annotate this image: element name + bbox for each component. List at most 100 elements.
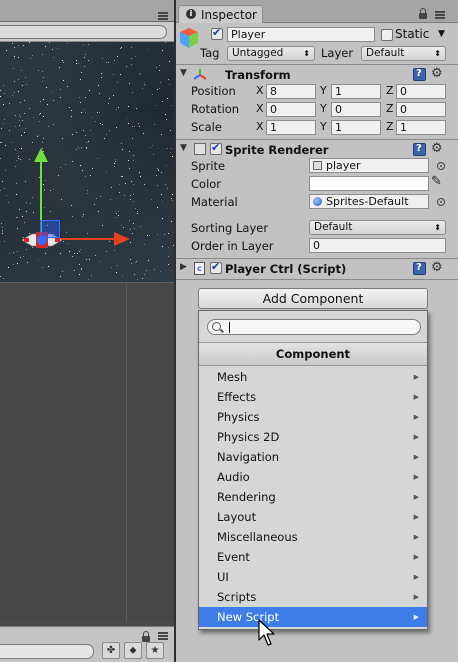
scale-y-field[interactable]: 1 — [331, 120, 381, 135]
star-dot — [89, 90, 90, 91]
color-swatch[interactable] — [309, 176, 429, 191]
star-dot — [79, 264, 80, 265]
position-x-field[interactable]: 8 — [266, 84, 316, 99]
star-dot — [117, 265, 118, 266]
star-dot — [82, 170, 83, 171]
rotation-y-field[interactable]: 0 — [331, 102, 381, 117]
layer-dropdown[interactable]: Default ⬍ — [361, 46, 446, 61]
object-picker-icon[interactable] — [437, 198, 445, 206]
menu-item-rendering[interactable]: Rendering ▶ — [199, 487, 427, 507]
script-component-header[interactable]: ▶ c Player Ctrl (Script) ⚙ — [176, 260, 458, 278]
gizmo-x-arrow-icon[interactable] — [114, 232, 130, 246]
static-dropdown-icon[interactable]: ▼ — [438, 29, 445, 39]
star-dot — [135, 208, 136, 209]
menu-item-audio[interactable]: Audio ▶ — [199, 467, 427, 487]
scale-label: Scale — [191, 120, 222, 134]
filter-type-icon[interactable]: ✤ — [102, 642, 120, 659]
favorite-star-icon[interactable]: ★ — [146, 642, 164, 659]
menu-item-physics-2d[interactable]: Physics 2D ▶ — [199, 427, 427, 447]
menu-item-mesh[interactable]: Mesh ▶ — [199, 367, 427, 387]
tag-dropdown[interactable]: Untagged ⬍ — [227, 46, 315, 61]
menu-item-effects[interactable]: Effects ▶ — [199, 387, 427, 407]
project-search-input[interactable] — [0, 644, 94, 659]
scene-menu-icon[interactable] — [158, 12, 168, 20]
position-z-field[interactable]: 0 — [396, 84, 446, 99]
star-dot — [168, 256, 169, 257]
rotation-z-field[interactable]: 0 — [396, 102, 446, 117]
inspector-menu-icon[interactable] — [435, 11, 445, 19]
star-dot — [44, 190, 45, 191]
scene-grid-area[interactable] — [0, 282, 174, 622]
dropdown-arrows-icon: ⬍ — [434, 223, 441, 232]
sprite-renderer-header[interactable]: ▼ Sprite Renderer ⚙ — [176, 141, 458, 159]
order-in-layer-label: Order in Layer — [191, 239, 274, 253]
static-checkbox[interactable] — [381, 29, 393, 41]
help-icon[interactable] — [413, 262, 426, 275]
component-search-input[interactable] — [207, 319, 421, 335]
gizmo-y-arrow-icon[interactable] — [34, 148, 48, 162]
foldout-arrow-icon[interactable]: ▼ — [180, 68, 187, 78]
help-icon[interactable] — [413, 143, 426, 156]
foldout-arrow-icon[interactable]: ▼ — [180, 143, 187, 153]
star-dot — [152, 145, 153, 146]
active-checkbox[interactable] — [211, 26, 223, 40]
star-dot — [2, 233, 3, 234]
menu-item-scripts[interactable]: Scripts ▶ — [199, 587, 427, 607]
star-dot — [76, 132, 77, 133]
star-dot — [22, 216, 23, 217]
star-dot — [116, 213, 117, 214]
order-in-layer-field[interactable]: 0 — [309, 238, 446, 253]
sorting-layer-dropdown[interactable]: Default ⬍ — [309, 220, 446, 235]
gear-icon[interactable]: ⚙ — [431, 261, 443, 274]
menu-item-event[interactable]: Event ▶ — [199, 547, 427, 567]
material-field[interactable]: Sprites-Default — [309, 194, 429, 209]
transform-header[interactable]: ▼ Transform ⚙ — [176, 66, 458, 84]
star-dot — [166, 119, 167, 120]
add-component-button[interactable]: Add Component — [198, 288, 428, 309]
menu-item-new-script[interactable]: New Script ▶ — [199, 607, 427, 627]
star-dot — [168, 247, 169, 248]
menu-item-layout[interactable]: Layout ▶ — [199, 507, 427, 527]
label-tag-icon[interactable]: ⬥ — [124, 642, 142, 659]
star-dot — [49, 42, 50, 43]
color-label: Color — [191, 177, 222, 191]
axis-z-label: Z — [386, 102, 394, 115]
gizmo-center-handle[interactable] — [40, 220, 60, 238]
sprite-renderer-enabled-checkbox[interactable] — [210, 141, 222, 155]
scene-search-input[interactable] — [0, 25, 167, 39]
position-y-field[interactable]: 1 — [331, 84, 381, 99]
lock-icon[interactable] — [419, 8, 427, 19]
menu-item-physics[interactable]: Physics ▶ — [199, 407, 427, 427]
star-dot — [6, 195, 7, 196]
tab-inspector[interactable]: i Inspector — [178, 5, 263, 23]
star-dot — [121, 176, 122, 177]
star-dot — [156, 175, 157, 176]
gear-icon[interactable]: ⚙ — [431, 142, 443, 155]
foldout-arrow-icon[interactable]: ▶ — [180, 262, 187, 272]
star-dot — [80, 79, 81, 80]
scene-view[interactable]: ✤ ⬥ ★ — [0, 0, 174, 662]
object-picker-icon[interactable] — [437, 162, 445, 170]
menu-item-ui[interactable]: UI ▶ — [199, 567, 427, 587]
project-menu-icon[interactable] — [158, 632, 168, 640]
star-dot — [18, 79, 19, 80]
rotation-x-field[interactable]: 0 — [266, 102, 316, 117]
gear-icon[interactable]: ⚙ — [431, 67, 443, 80]
help-icon[interactable] — [413, 68, 426, 81]
star-dot — [134, 274, 135, 275]
material-label: Material — [191, 195, 238, 209]
star-dot — [133, 155, 134, 156]
star-dot — [9, 130, 10, 131]
menu-item-navigation[interactable]: Navigation ▶ — [199, 447, 427, 467]
script-enabled-checkbox[interactable] — [210, 260, 222, 274]
star-dot — [139, 172, 140, 173]
star-dot — [30, 203, 31, 204]
star-dot — [85, 135, 86, 136]
scale-z-field[interactable]: 1 — [396, 120, 446, 135]
menu-item-miscellaneous[interactable]: Miscellaneous ▶ — [199, 527, 427, 547]
sprite-field[interactable]: player — [309, 158, 429, 173]
object-name-field[interactable]: Player — [227, 27, 375, 42]
eyedropper-icon[interactable]: ✎ — [431, 174, 442, 189]
star-dot — [85, 112, 86, 113]
scale-x-field[interactable]: 1 — [266, 120, 316, 135]
